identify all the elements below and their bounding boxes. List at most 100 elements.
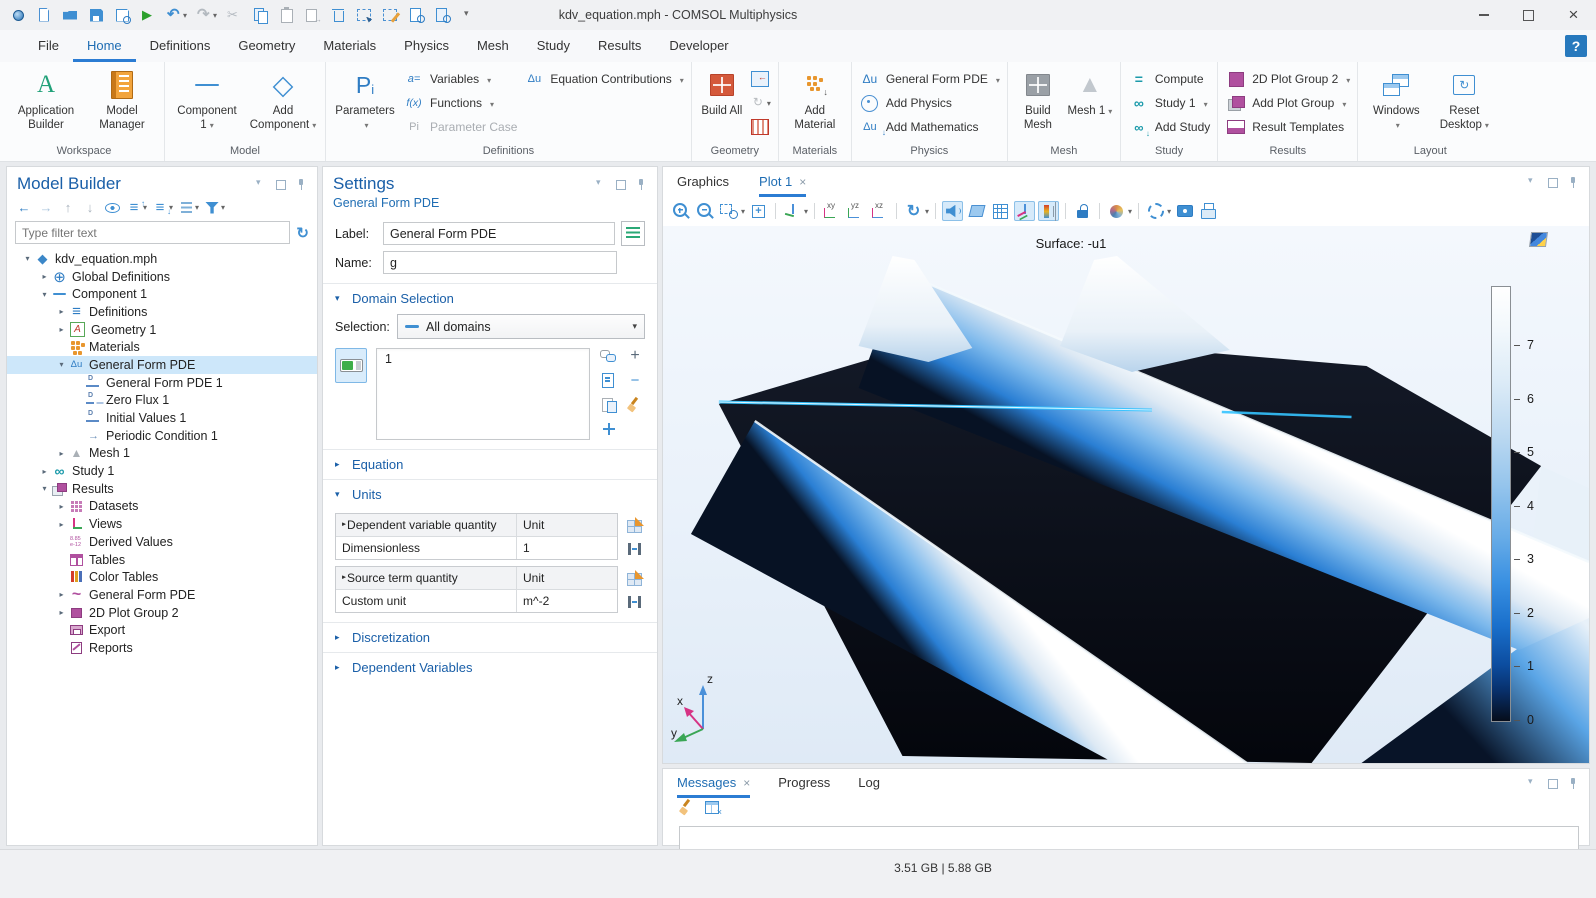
dropdown-caret-icon[interactable]	[195, 203, 199, 212]
run-icon[interactable]	[140, 7, 157, 24]
section-units[interactable]: ▾ Units	[323, 480, 657, 507]
scene-box-icon[interactable]	[966, 201, 987, 221]
name-field[interactable]	[383, 251, 617, 274]
section-discretization[interactable]: ▸ Discretization	[323, 623, 657, 650]
save-icon[interactable]	[88, 7, 105, 24]
arrow-left-icon[interactable]	[15, 199, 33, 216]
menu-tab[interactable]: Results	[584, 30, 655, 62]
copy-table-icon[interactable]	[703, 799, 721, 815]
update-plot-icon[interactable]	[1145, 201, 1166, 221]
add-plot-group-button[interactable]: Add Plot Group	[1225, 95, 1350, 111]
graphics-tab[interactable]: Plot 1 ×	[759, 167, 806, 197]
section-domain-selection[interactable]: ▾ Domain Selection	[323, 284, 657, 311]
tree-caret[interactable]: ▸	[55, 502, 68, 511]
axis-triad-icon[interactable]	[1014, 201, 1035, 221]
source-term-quantity-table[interactable]: Source term quantity Unit Custom unit m^…	[335, 566, 618, 613]
tree-caret[interactable]: ▾	[38, 484, 51, 493]
tree-item[interactable]: ▸ Datasets	[7, 498, 317, 516]
tree-item[interactable]: ▸ Global Definitions	[7, 268, 317, 286]
mesh-1-button[interactable]: Mesh 1	[1067, 64, 1113, 118]
build-all-button[interactable]: Build All	[699, 64, 745, 118]
tree-item[interactable]: ▾ General Form PDE	[7, 356, 317, 374]
tree-item[interactable]: General Form PDE 1	[7, 374, 317, 392]
cut-icon[interactable]	[226, 7, 243, 24]
dropdown-caret-icon[interactable]	[213, 11, 217, 20]
tree-filter-input[interactable]	[15, 221, 290, 244]
arrow-down-icon[interactable]	[81, 199, 99, 216]
active-toggle-button[interactable]	[335, 348, 367, 383]
menu-tab[interactable]: Geometry	[224, 30, 309, 62]
zoom-extents-icon[interactable]	[748, 201, 769, 221]
graphics-tab[interactable]: Graphics ×	[677, 167, 729, 197]
study-1-button[interactable]: Study 1	[1128, 95, 1210, 111]
refresh-icon[interactable]	[296, 224, 309, 242]
panel-menu-caret-icon[interactable]	[595, 178, 607, 190]
tree-item[interactable]: Color Tables	[7, 568, 317, 586]
customize-caret-icon[interactable]	[460, 7, 477, 24]
reset-desktop-button[interactable]: Reset Desktop	[1433, 64, 1495, 133]
panel-menu-caret-icon[interactable]	[1527, 176, 1539, 188]
tree-item[interactable]: ▸ Views	[7, 515, 317, 533]
paste-selection-icon[interactable]	[600, 396, 618, 412]
environment-icon[interactable]	[1106, 201, 1127, 221]
tree-item[interactable]: ▾ Component 1	[7, 285, 317, 303]
add-component-button[interactable]: Add Component	[248, 64, 318, 133]
tree-caret[interactable]: ▸	[38, 467, 51, 476]
change-unit-icon[interactable]	[626, 541, 644, 557]
expand-all-icon[interactable]	[125, 199, 143, 216]
panel-maximize-icon[interactable]	[275, 178, 287, 190]
undo-icon[interactable]	[166, 7, 183, 24]
tree-item[interactable]: ▸ 2D Plot Group 2	[7, 604, 317, 622]
snapshot-icon[interactable]	[1174, 201, 1195, 221]
tree-item[interactable]: ▸ Mesh 1	[7, 445, 317, 463]
filter-icon[interactable]	[203, 199, 221, 216]
tree-caret[interactable]: ▾	[55, 360, 68, 369]
model-tree-nodes-icon[interactable]	[177, 199, 195, 216]
menu-tab[interactable]: Mesh	[463, 30, 523, 62]
menu-tab[interactable]: Materials	[309, 30, 390, 62]
section-dependent-variables[interactable]: ▸ Dependent Variables	[323, 653, 657, 680]
messages-tab[interactable]: Messages ×	[677, 768, 750, 798]
tree-caret[interactable]: ▸	[55, 608, 68, 617]
panel-pin-icon[interactable]	[635, 178, 647, 190]
paste-icon[interactable]	[278, 7, 295, 24]
panel-menu-caret-icon[interactable]	[255, 178, 267, 190]
menu-tab[interactable]: Definitions	[136, 30, 225, 62]
clear-log-icon[interactable]	[677, 799, 695, 815]
tree-item[interactable]: ▾ kdv_equation.mph	[7, 250, 317, 268]
panel-maximize-icon[interactable]	[615, 178, 627, 190]
zoom-box-icon[interactable]	[719, 201, 740, 221]
tree-item[interactable]: ▸ General Form PDE	[7, 586, 317, 604]
panel-maximize-icon[interactable]	[1547, 777, 1559, 789]
open-folder-icon[interactable]	[62, 7, 79, 24]
virtual-operations-icon[interactable]	[751, 119, 769, 135]
tree-item[interactable]: ▸ Study 1	[7, 462, 317, 480]
tree-item[interactable]: Initial Values 1	[7, 409, 317, 427]
remove-from-selection-icon[interactable]	[626, 372, 644, 388]
clear-selection-icon[interactable]	[382, 7, 399, 24]
dropdown-caret-icon[interactable]	[803, 207, 808, 216]
edit-quantity-icon[interactable]	[626, 570, 644, 586]
maximize-button[interactable]	[1506, 0, 1551, 30]
build-mesh-button[interactable]: Build Mesh	[1015, 64, 1061, 133]
close-tab-icon[interactable]: ×	[743, 768, 750, 798]
import-geometry-icon[interactable]	[751, 71, 769, 87]
tree-item[interactable]: Derived Values	[7, 533, 317, 551]
panel-pin-icon[interactable]	[1567, 176, 1579, 188]
tree-caret[interactable]: ▸	[55, 307, 68, 316]
equation-contributions-button[interactable]: Equation Contributions	[523, 71, 683, 87]
print-icon[interactable]	[1198, 201, 1219, 221]
selection-dropdown[interactable]: All domains ▾	[397, 314, 645, 339]
panel-pin-icon[interactable]	[1567, 777, 1579, 789]
color-legend-icon[interactable]	[1038, 201, 1059, 221]
sep-icon[interactable]	[1099, 203, 1100, 219]
rotate-icon[interactable]	[903, 201, 924, 221]
find-icon[interactable]	[408, 7, 425, 24]
add-mathematics-button[interactable]: Add Mathematics	[859, 119, 1000, 135]
view-xy-icon[interactable]	[821, 201, 842, 221]
plot-group-button[interactable]: 2D Plot Group 2	[1225, 71, 1350, 87]
panel-pin-icon[interactable]	[295, 178, 307, 190]
parameter-case-button[interactable]: Parameter Case	[403, 119, 517, 135]
tree-caret[interactable]: ▾	[38, 290, 51, 299]
zoom-out-icon[interactable]	[695, 201, 716, 221]
